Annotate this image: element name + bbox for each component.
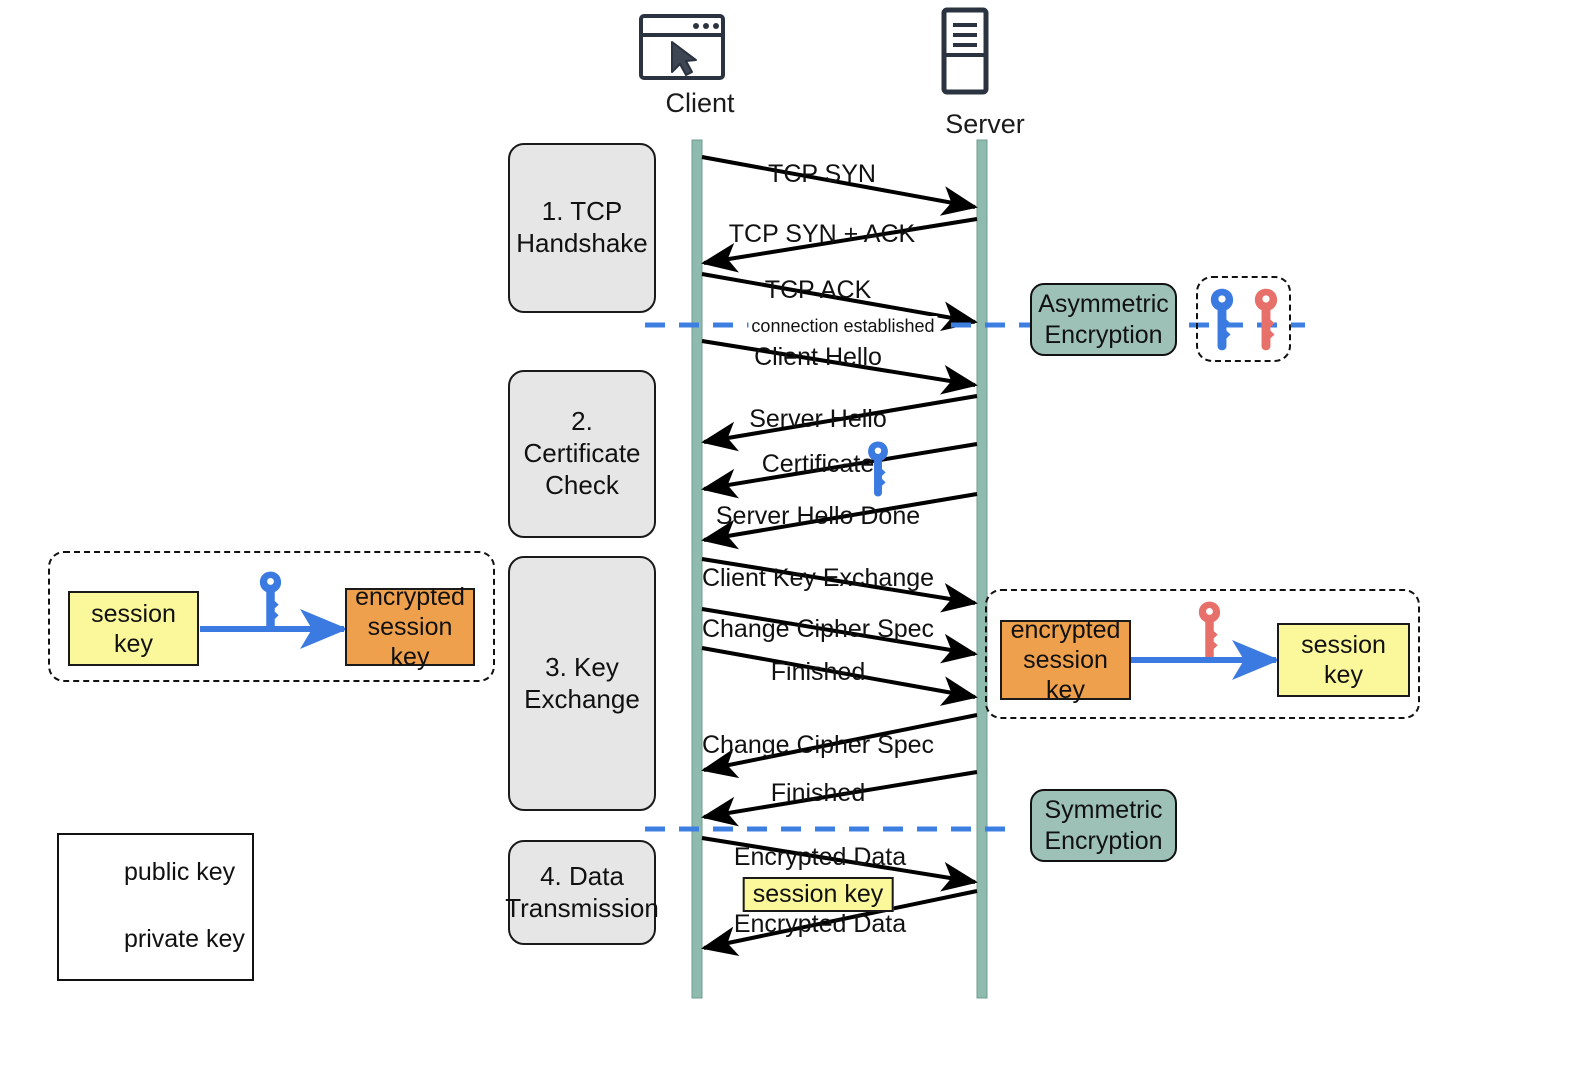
server-rack-icon bbox=[941, 7, 989, 95]
server-encrypted-line-2: session key bbox=[1023, 646, 1108, 704]
actor-label-server: Server bbox=[945, 109, 1025, 139]
message-label-server-hello-done: Server Hello Done bbox=[715, 502, 921, 530]
message-label-tcp-syn: TCP SYN bbox=[768, 160, 876, 188]
client-encrypted-line-2: session key bbox=[367, 613, 453, 671]
legend-public-key-label: public key bbox=[124, 858, 236, 886]
message-label-server-hello: Server Hello bbox=[749, 405, 887, 433]
phase-box-tcp-handshake[interactable]: 1. TCP Handshake bbox=[508, 143, 656, 313]
symmetric-line-1: Symmetric bbox=[1044, 796, 1163, 824]
session-key-chip: session key bbox=[742, 877, 894, 912]
phase-box-certificate-check[interactable]: 2. Certificate Check bbox=[508, 370, 656, 538]
phase-4-line-1: 4. Data bbox=[540, 860, 624, 891]
server-session-key-box: session key bbox=[1277, 623, 1410, 697]
message-label-client-key-exchange: Client Key Exchange bbox=[701, 564, 935, 592]
client-encrypted-session-key-box: encrypted session key bbox=[345, 583, 475, 671]
lifeline-server bbox=[976, 139, 988, 999]
message-label-change-cipher-spec-s2c: Change Cipher Spec bbox=[701, 731, 935, 759]
asymmetric-line-1: Asymmetric bbox=[1038, 290, 1169, 318]
browser-window-icon bbox=[639, 14, 725, 80]
lifeline-client bbox=[691, 139, 703, 999]
asymmetric-line-2: Encryption bbox=[1044, 320, 1163, 349]
phase-4-line-2: Transmission bbox=[505, 892, 659, 923]
symmetric-line-2: Encryption bbox=[1044, 826, 1163, 855]
key-pair-group bbox=[1196, 276, 1291, 362]
message-label-finished-c2s: Finished bbox=[770, 658, 866, 686]
legend-item-public-key: public key bbox=[78, 858, 235, 887]
legend-private-key-label: private key bbox=[124, 925, 245, 953]
message-label-change-cipher-spec-c2s: Change Cipher Spec bbox=[701, 615, 935, 643]
phase-2-line-1: 2. Certificate bbox=[523, 406, 641, 469]
message-label-encrypted-data-s2c: Encrypted Data bbox=[733, 910, 907, 938]
phase-1-line-1: 1. TCP bbox=[541, 196, 623, 227]
message-label-finished-s2c: Finished bbox=[770, 779, 866, 807]
message-label-tcp-syn-ack: TCP SYN + ACK bbox=[728, 220, 916, 248]
server-encrypted-session-key-box: encrypted session key bbox=[1000, 616, 1131, 704]
phase-2-line-2: Check bbox=[545, 469, 619, 500]
diagram-canvas: Client Server 1. TCP Handshake 2. Certif… bbox=[0, 0, 1594, 1066]
phase-3-line-1: 3. Key bbox=[545, 651, 619, 682]
phase-box-data-transmission[interactable]: 4. Data Transmission bbox=[505, 840, 659, 945]
client-encrypted-line-1: encrypted bbox=[355, 583, 465, 611]
phase-box-key-exchange[interactable]: 3. Key Exchange bbox=[508, 556, 656, 811]
server-session-key-label: session key bbox=[1301, 631, 1386, 689]
separator-note-connection-established: connection established bbox=[748, 316, 938, 337]
client-session-key-label: session key bbox=[91, 599, 176, 658]
phase-1-line-2: Handshake bbox=[516, 228, 648, 258]
legend-box bbox=[57, 833, 254, 981]
phase-3-line-2: Exchange bbox=[524, 683, 640, 714]
server-encrypted-line-1: encrypted bbox=[1010, 616, 1121, 644]
legend-item-private-key: private key bbox=[78, 925, 245, 954]
message-label-encrypted-data-c2s: Encrypted Data bbox=[733, 843, 907, 871]
message-label-tcp-ack: TCP ACK bbox=[764, 276, 872, 304]
message-label-certificate: Certificate bbox=[761, 450, 875, 478]
client-session-key-box: session key bbox=[68, 591, 199, 666]
actor-label-client: Client bbox=[665, 88, 735, 118]
message-label-client-hello: Client Hello bbox=[754, 343, 882, 371]
asymmetric-encryption-box[interactable]: Asymmetric Encryption bbox=[1030, 283, 1177, 356]
symmetric-encryption-box[interactable]: Symmetric Encryption bbox=[1030, 789, 1177, 862]
